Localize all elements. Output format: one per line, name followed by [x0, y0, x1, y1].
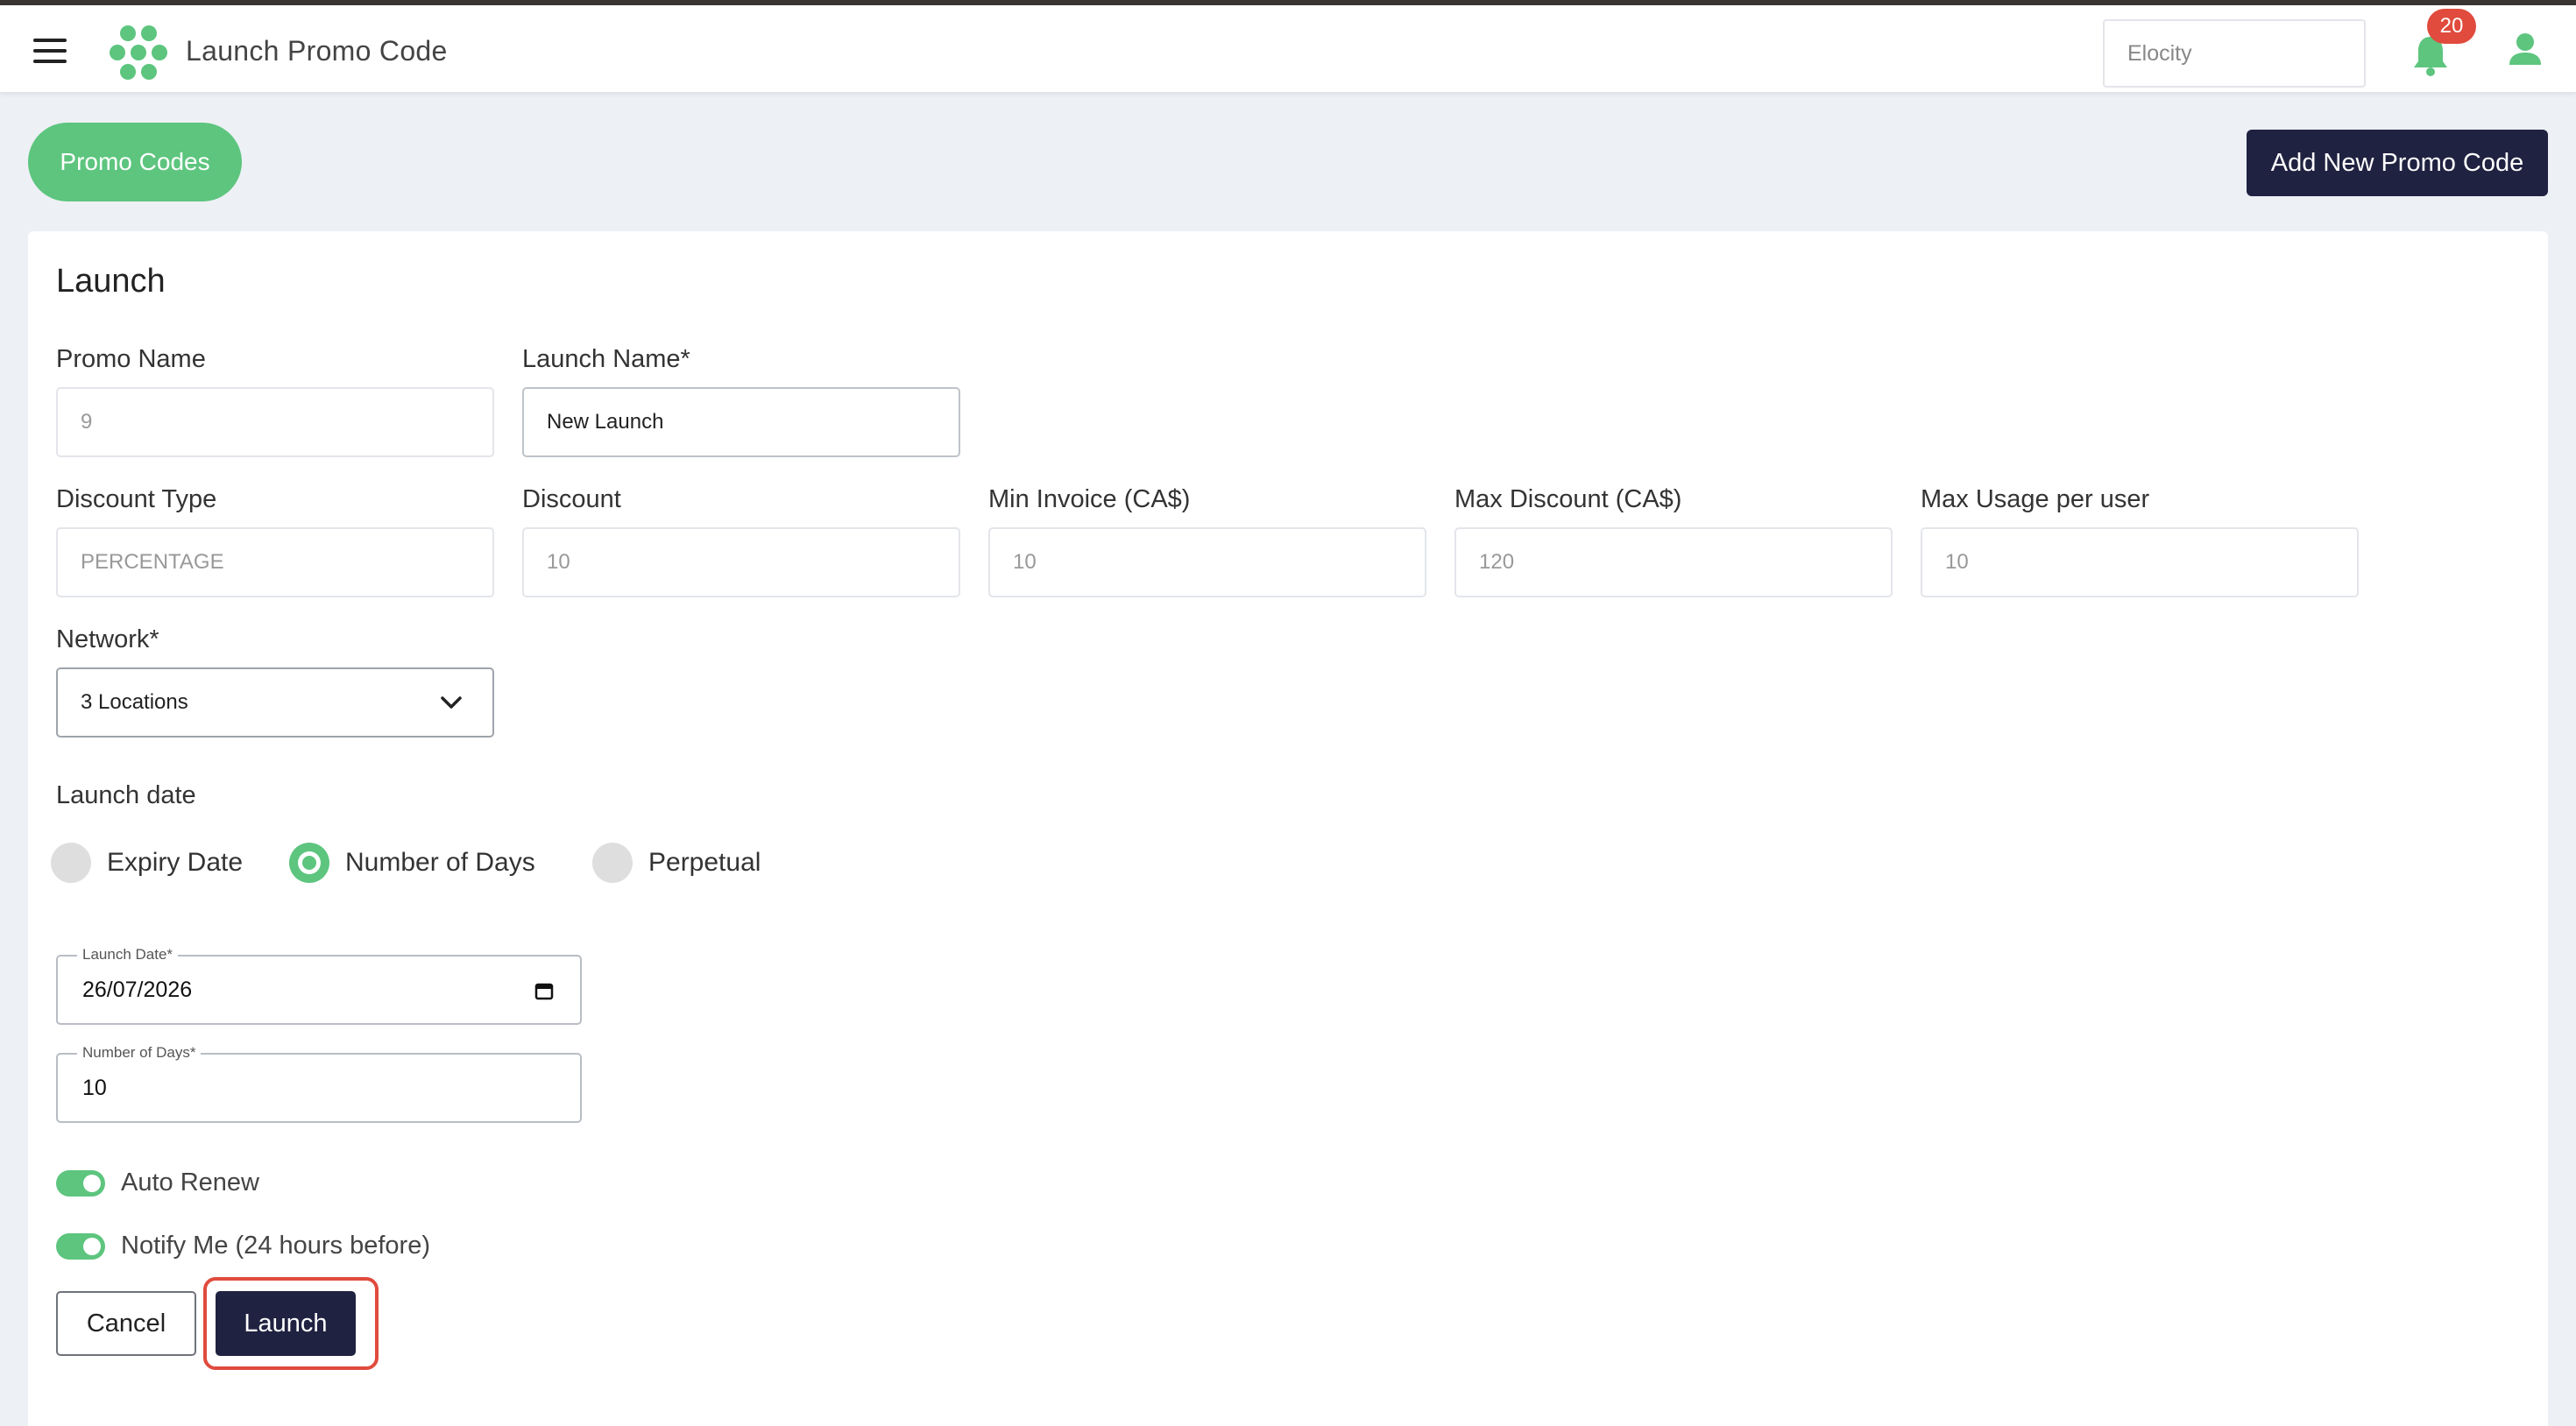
launch-button[interactable]: Launch	[216, 1291, 356, 1356]
radio-number-of-days[interactable]: Number of Days	[289, 843, 535, 883]
promo-codes-button[interactable]: Promo Codes	[28, 123, 242, 201]
notify-me-toggle[interactable]: Notify Me (24 hours before)	[56, 1232, 430, 1260]
launch-form-card: Launch Promo Name 9 Launch Name* New Lau…	[28, 231, 2548, 1426]
add-new-promo-code-button[interactable]: Add New Promo Code	[2247, 130, 2548, 196]
radio-label: Expiry Date	[107, 848, 244, 877]
min-invoice-label: Min Invoice (CA$)	[988, 485, 1191, 513]
launch-name-input[interactable]: New Launch	[522, 387, 960, 457]
max-usage-label: Max Usage per user	[1921, 485, 2150, 513]
notify-me-label: Notify Me (24 hours before)	[121, 1232, 430, 1260]
number-of-days-value: 10	[82, 1075, 107, 1100]
radio-label: Perpetual	[648, 848, 761, 877]
auto-renew-toggle[interactable]: Auto Renew	[56, 1168, 259, 1197]
promo-name-field: 9	[56, 387, 494, 457]
radio-circle	[592, 843, 633, 883]
menu-icon[interactable]	[33, 39, 67, 63]
network-selected-value: 3 Locations	[81, 690, 188, 714]
discount-field: 10	[522, 527, 960, 597]
launch-name-label: Launch Name*	[522, 345, 690, 373]
toggle-track	[56, 1232, 105, 1260]
launch-date-value: 26/07/2026	[82, 977, 193, 1002]
radio-expiry-date[interactable]: Expiry Date	[51, 843, 243, 883]
max-usage-field: 10	[1921, 527, 2359, 597]
chevron-down-icon	[441, 696, 462, 709]
max-discount-label: Max Discount (CA$)	[1454, 485, 1682, 513]
number-of-days-legend: Number of Days*	[77, 1044, 202, 1062]
discount-type-label: Discount Type	[56, 485, 217, 513]
toggle-track	[56, 1169, 105, 1197]
form-title: Launch	[56, 263, 166, 300]
radio-perpetual[interactable]: Perpetual	[592, 843, 761, 883]
logo-icon	[110, 25, 167, 80]
launch-date-legend: Launch Date*	[77, 946, 179, 964]
launch-date-input[interactable]: Launch Date* 26/07/2026	[56, 946, 582, 1025]
radio-label: Number of Days	[345, 848, 535, 877]
number-of-days-input[interactable]: Number of Days* 10	[56, 1044, 582, 1123]
radio-circle-selected	[289, 843, 329, 883]
network-label: Network*	[56, 625, 159, 653]
app-header: Launch Promo Code	[0, 5, 2576, 93]
radio-circle	[51, 843, 91, 883]
discount-type-field: PERCENTAGE	[56, 527, 494, 597]
organization-input[interactable]	[2103, 19, 2366, 88]
discount-label: Discount	[522, 485, 621, 513]
notification-badge: 20	[2427, 9, 2476, 44]
network-select[interactable]: 3 Locations	[56, 667, 494, 738]
user-icon[interactable]	[2508, 32, 2543, 67]
auto-renew-label: Auto Renew	[121, 1168, 259, 1197]
cancel-button[interactable]: Cancel	[56, 1291, 196, 1356]
page-title: Launch Promo Code	[186, 35, 448, 67]
calendar-icon[interactable]	[534, 981, 554, 1000]
min-invoice-field: 10	[988, 527, 1426, 597]
max-discount-field: 120	[1454, 527, 1893, 597]
launch-date-section-label: Launch date	[56, 781, 196, 809]
promo-name-label: Promo Name	[56, 345, 206, 373]
